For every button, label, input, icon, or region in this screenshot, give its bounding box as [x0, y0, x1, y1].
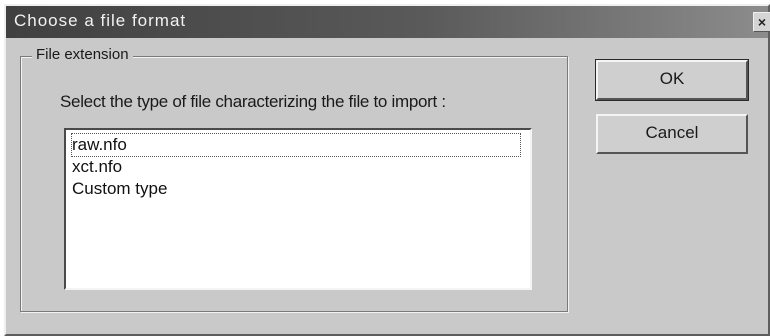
close-icon[interactable]: ×: [753, 12, 770, 32]
list-item-xct-nfo[interactable]: xct.nfo: [72, 156, 122, 178]
dialog-title: Choose a file format: [14, 11, 187, 30]
list-item-raw-nfo[interactable]: raw.nfo: [71, 133, 521, 157]
groupbox-legend: File extension: [32, 46, 133, 63]
file-type-listbox[interactable]: raw.nfo xct.nfo Custom type: [64, 128, 532, 290]
cancel-button[interactable]: Cancel: [596, 114, 748, 154]
title-bar[interactable]: Choose a file format ×: [6, 6, 770, 38]
ok-button[interactable]: OK: [595, 59, 749, 101]
list-item-custom-type[interactable]: Custom type: [72, 178, 167, 200]
instruction-text: Select the type of file characterizing t…: [60, 92, 446, 111]
